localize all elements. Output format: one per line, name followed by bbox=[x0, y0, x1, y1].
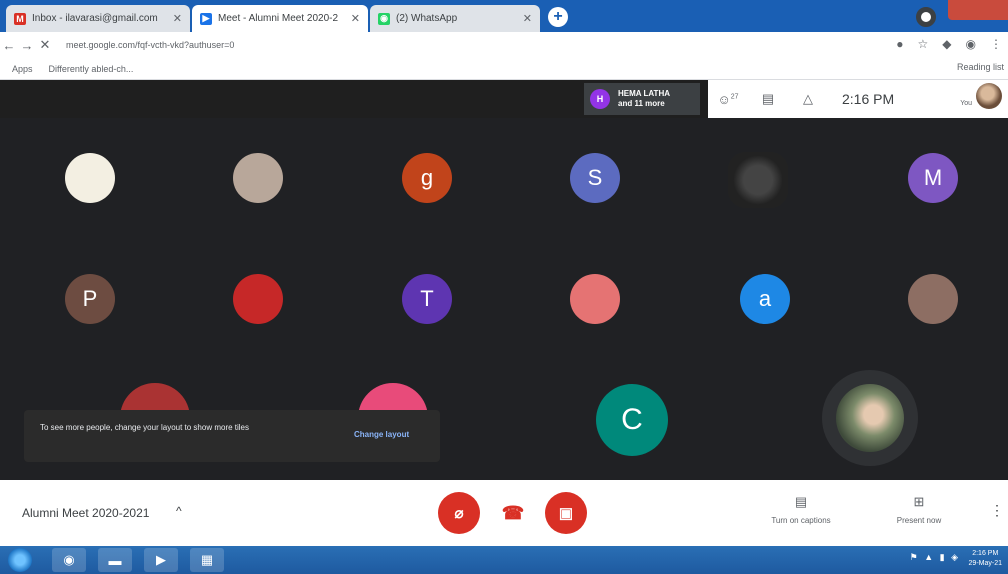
self-avatar bbox=[836, 384, 904, 452]
end-call-button[interactable]: ☎ bbox=[492, 492, 534, 534]
system-tray[interactable]: ⚑ ▲ ▮ ◈ bbox=[910, 552, 960, 563]
explorer-taskbar-icon[interactable]: ▬ bbox=[98, 548, 132, 572]
window-controls[interactable] bbox=[948, 0, 1008, 20]
chrome-taskbar-icon[interactable]: ◉ bbox=[52, 548, 86, 572]
forward-icon[interactable]: → bbox=[18, 38, 36, 53]
participant-avatar[interactable] bbox=[233, 274, 283, 324]
meet-icon: ▶ bbox=[200, 12, 212, 25]
tab-meet[interactable]: ▶ Meet - Alumni Meet 2020-2 ✕ bbox=[192, 5, 368, 32]
address-bar: ← → ✕ meet.google.com/fqf-vcth-vkd?authu… bbox=[0, 32, 1008, 58]
chrome-profile-icon[interactable] bbox=[916, 7, 936, 27]
taskbar-time: 2:16 PM bbox=[972, 550, 999, 557]
participant-avatar[interactable]: M bbox=[908, 153, 958, 203]
app-taskbar-icon[interactable]: ▦ bbox=[190, 548, 224, 572]
gmail-icon: M bbox=[14, 12, 26, 25]
presenter-more: and 11 more bbox=[618, 99, 665, 108]
mic-off-icon: ⌀ bbox=[454, 505, 464, 522]
camera-off-icon: ▣ bbox=[558, 505, 574, 522]
bookmark-apps[interactable]: Apps bbox=[12, 64, 33, 74]
taskbar-date: 29-May-21 bbox=[968, 560, 1002, 567]
taskbar-clock[interactable]: 2:16 PM 29-May-21 bbox=[969, 549, 1002, 569]
activities-icon[interactable]: △ bbox=[788, 91, 828, 107]
participant-avatar[interactable]: C bbox=[596, 384, 668, 456]
participant-avatar[interactable]: g bbox=[402, 153, 452, 203]
meeting-title[interactable]: Alumni Meet 2020-2021 bbox=[22, 506, 149, 520]
phone-hangup-icon: ☎ bbox=[501, 502, 525, 523]
present-icon: ⊞ bbox=[913, 494, 925, 509]
participant-avatar[interactable] bbox=[908, 274, 958, 324]
change-layout-button[interactable]: Change layout bbox=[354, 430, 409, 439]
close-tab-icon[interactable]: ✕ bbox=[167, 12, 182, 25]
participant-avatar[interactable] bbox=[233, 153, 283, 203]
captions-button[interactable]: ▤ Turn on captions bbox=[756, 494, 846, 525]
self-avatar-small[interactable] bbox=[976, 83, 1002, 109]
meet-top-panel: ☺27 ▤ △ 2:16 PM You bbox=[708, 80, 1008, 118]
presenter-name: HEMA LATHA bbox=[618, 89, 670, 98]
menu-icon[interactable]: ⋮ bbox=[990, 37, 1002, 51]
tab-label: (2) WhatsApp bbox=[396, 13, 458, 24]
bookmark-item[interactable]: Differently abled-ch... bbox=[49, 64, 134, 74]
participant-avatar[interactable] bbox=[570, 274, 620, 324]
layout-tooltip: To see more people, change your layout t… bbox=[24, 410, 440, 462]
camera-off-button[interactable]: ▣ bbox=[545, 492, 587, 534]
star-icon[interactable]: ☆ bbox=[918, 37, 929, 51]
participant-avatar[interactable] bbox=[728, 152, 788, 208]
participant-avatar[interactable] bbox=[65, 153, 115, 203]
tooltip-message: To see more people, change your layout t… bbox=[40, 423, 250, 432]
more-options-icon[interactable]: ⋮ bbox=[990, 502, 1004, 519]
back-icon[interactable]: ← bbox=[0, 38, 18, 53]
stop-icon[interactable]: ✕ bbox=[36, 37, 54, 53]
new-tab-icon[interactable]: + bbox=[548, 7, 568, 27]
participant-avatar[interactable]: T bbox=[402, 274, 452, 324]
close-tab-icon[interactable]: ✕ bbox=[517, 12, 532, 25]
presenter-avatar: H bbox=[590, 89, 610, 109]
tab-label: Meet - Alumni Meet 2020-2 bbox=[218, 13, 339, 24]
url-input[interactable]: meet.google.com/fqf-vcth-vkd?authuser=0 bbox=[66, 40, 234, 50]
people-icon[interactable]: ☺27 bbox=[708, 92, 748, 107]
chevron-up-icon[interactable]: ^ bbox=[176, 504, 182, 518]
captions-icon: ▤ bbox=[794, 494, 808, 509]
participant-avatar[interactable]: a bbox=[740, 274, 790, 324]
present-button[interactable]: ⊞ Present now bbox=[874, 494, 964, 525]
you-label: You bbox=[960, 99, 972, 107]
people-count: 27 bbox=[730, 93, 739, 101]
participant-avatar[interactable]: S bbox=[570, 153, 620, 203]
presenter-chip[interactable]: H HEMA LATHA and 11 more bbox=[584, 83, 700, 115]
bookmarks-bar: Apps Differently abled-ch... bbox=[0, 58, 1008, 80]
browser-tab-bar: M Inbox - ilavarasi@gmail.com ✕ ▶ Meet -… bbox=[0, 0, 1008, 32]
extension-icon[interactable]: ◆ bbox=[942, 37, 951, 51]
captions-label: Turn on captions bbox=[771, 516, 831, 525]
mic-off-button[interactable]: ⌀ bbox=[438, 492, 480, 534]
chat-icon[interactable]: ▤ bbox=[748, 91, 788, 107]
tab-whatsapp[interactable]: ◉ (2) WhatsApp ✕ bbox=[370, 5, 540, 32]
key-icon[interactable]: ● bbox=[896, 37, 903, 51]
close-tab-icon[interactable]: ✕ bbox=[345, 12, 360, 25]
start-button[interactable] bbox=[8, 548, 32, 572]
media-taskbar-icon[interactable]: ▶ bbox=[144, 548, 178, 572]
present-label: Present now bbox=[896, 516, 942, 525]
tab-label: Inbox - ilavarasi@gmail.com bbox=[32, 13, 158, 24]
reading-list[interactable]: Reading list bbox=[957, 62, 1004, 72]
whatsapp-icon: ◉ bbox=[378, 12, 390, 25]
tab-gmail[interactable]: M Inbox - ilavarasi@gmail.com ✕ bbox=[6, 5, 190, 32]
meeting-clock: 2:16 PM bbox=[842, 91, 895, 107]
avatar-icon[interactable]: ◉ bbox=[966, 37, 976, 51]
participant-avatar[interactable]: P bbox=[65, 274, 115, 324]
